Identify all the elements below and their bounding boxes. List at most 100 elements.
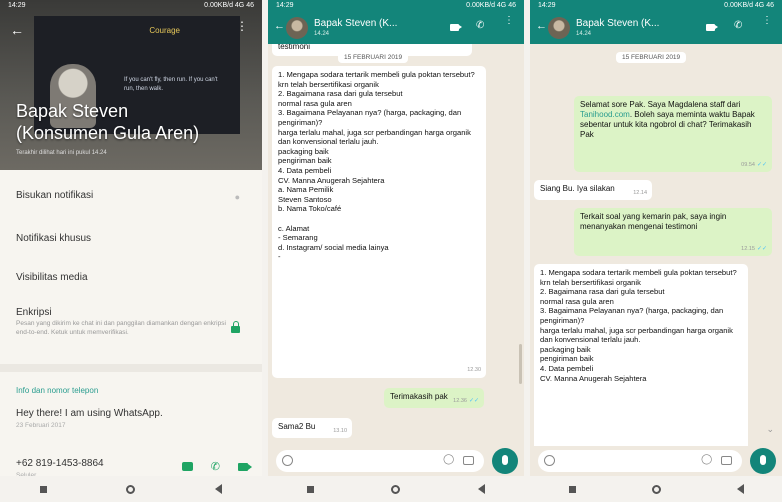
status-bar: 14:29 0.00KB/d 4G 46 [530,0,782,14]
status-indicators: 0.00KB/d 4G 46 [724,2,774,9]
recents-button[interactable] [561,481,583,497]
back-icon [214,484,222,494]
home-icon [391,484,401,494]
setting-custom-notifications[interactable]: Notifikasi khusus [16,233,91,244]
message-text: Terkait soal yang kemarin pak, saya ingi… [580,212,727,231]
android-nav-bar [0,476,262,502]
message-bubble-incoming[interactable]: 1. Mengapa sodara tertarik membeli gula … [272,66,486,378]
message-input[interactable]: ◯ [538,450,742,472]
back-icon [477,484,485,494]
scrollbar[interactable] [519,344,522,384]
setting-encryption[interactable]: Enkripsi [16,307,52,318]
recents-button[interactable] [300,481,322,497]
time-text: 09.54 [741,162,755,168]
message-list[interactable]: testimoni 15 FEBRUARI 2019 1. Mengapa so… [268,44,524,446]
kebab-menu-icon[interactable]: ⋮ [762,16,772,26]
scroll-down-icon[interactable]: ⌄ [766,424,774,435]
chat-last-seen: 14.24 [576,31,592,37]
attach-icon[interactable]: ◯ [699,452,715,468]
message-time: 13.10 [333,428,347,434]
phone-number[interactable]: +62 819-1453-8864 [16,458,104,469]
time-text: 12.15 [741,246,755,252]
message-text: Selamat sore Pak. Saya Magdalena staff d… [580,100,755,139]
setting-media-visibility[interactable]: Visibilitas media [16,272,88,283]
video-call-icon[interactable] [450,24,462,31]
back-button[interactable] [729,481,751,497]
back-arrow-icon[interactable]: ← [536,20,547,32]
message-text: Sama2 Bu [278,422,316,431]
chat-header: 14:29 0.00KB/d 4G 46 ← Bapak Steven (K..… [530,0,782,44]
message-bubble-incoming[interactable]: Sama2 Bu 13.10 [272,418,352,438]
message-time: 12.30 [467,367,481,374]
voice-call-icon[interactable]: ✆ [211,460,220,473]
encryption-description: Pesan yang dikirim ke chat ini dan pangg… [16,320,226,336]
slide-quote: If you can't fly, then run. If you can't… [124,77,218,92]
avatar[interactable] [286,17,308,39]
home-button[interactable] [385,481,407,497]
emoji-icon[interactable] [282,455,293,466]
recents-icon [568,485,576,493]
status-time: 14:29 [538,2,556,9]
avatar[interactable] [548,17,570,39]
message-bubble-outgoing[interactable]: Terimakasih pak 12.36 ✓✓ [384,388,484,408]
about-date: 23 Februari 2017 [16,422,66,429]
contact-info-screen: 14:29 0.00KB/d 4G 46 Courage If you can'… [0,0,262,502]
status-bar: 14:29 0.00KB/d 4G 46 [0,0,262,14]
message-bubble-outgoing[interactable]: Selamat sore Pak. Saya Magdalena staff d… [574,96,772,172]
emoji-icon[interactable] [544,455,555,466]
video-call-icon[interactable] [238,462,252,471]
message-time: 12.14 [633,190,647,196]
home-button[interactable] [645,481,667,497]
message-bubble-outgoing[interactable]: Terkait soal yang kemarin pak, saya ingi… [574,208,772,256]
message-icon[interactable] [181,462,193,471]
chat-contact-name[interactable]: Bapak Steven (K... [576,18,659,29]
message-text: testimoni [278,44,311,51]
message-time: 12.36 ✓✓ [453,396,479,406]
back-arrow-icon[interactable]: ← [274,20,285,32]
message-list[interactable]: 15 FEBRUARI 2019 Selamat sore Pak. Saya … [530,44,782,446]
read-receipt-icon: ✓✓ [756,246,767,252]
back-button[interactable] [207,481,229,497]
camera-icon[interactable] [463,456,474,465]
status-bar: 14:29 0.00KB/d 4G 46 [268,0,524,14]
setting-mute-notifications[interactable]: Bisukan notifikasi [16,190,93,201]
home-button[interactable] [120,481,142,497]
chat-header: 14:29 0.00KB/d 4G 46 ← Bapak Steven (K..… [268,0,524,44]
mic-icon[interactable] [492,448,518,474]
recents-icon [40,485,48,493]
contact-actions: ✆ [181,460,252,473]
attach-icon[interactable]: ◯ [441,452,457,468]
message-bubble-incoming[interactable]: 1. Mengapa sodara tertarik membeli gula … [534,264,748,446]
message-time: 12.15 ✓✓ [741,244,767,254]
read-receipt-icon: ✓✓ [468,398,479,404]
recents-icon [307,485,315,493]
video-call-icon[interactable] [706,24,718,31]
message-bubble-incoming[interactable]: Siang Bu. Iya silakan 12.14 [534,180,652,200]
toggle-icon[interactable]: ● [235,192,240,202]
message-text: Siang Bu. Iya silakan [540,184,615,193]
kebab-menu-icon[interactable]: ⋮ [504,16,514,26]
kebab-menu-icon[interactable]: ⋮ [236,20,248,32]
voice-call-icon[interactable]: ✆ [476,20,484,31]
voice-call-icon[interactable]: ✆ [734,20,742,31]
chat-last-seen: 14.24 [314,31,330,37]
contact-name-line1: Bapak Steven [16,101,129,121]
lock-icon[interactable] [231,321,240,333]
about-text[interactable]: Hey there! I am using WhatsApp. [16,408,163,419]
chat-contact-name[interactable]: Bapak Steven (K... [314,18,397,29]
time-text: 12.36 [453,398,467,404]
message-input[interactable]: ◯ [276,450,484,472]
back-arrow-icon[interactable]: ← [10,22,24,38]
profile-header: 14:29 0.00KB/d 4G 46 Courage If you can'… [0,0,262,170]
slide-title: Courage [149,26,180,35]
mic-icon[interactable] [750,448,776,474]
back-button[interactable] [470,481,492,497]
date-separator: 15 FEBRUARI 2019 [338,52,409,63]
website-link[interactable]: Tanihood.com [580,110,630,119]
contact-name-line2: (Konsumen Gula Aren) [16,123,200,143]
camera-icon[interactable] [721,456,732,465]
status-indicators: 0.00KB/d 4G 46 [204,2,254,9]
read-receipt-icon: ✓✓ [756,162,767,168]
recents-button[interactable] [33,481,55,497]
android-nav-bar [530,476,782,502]
